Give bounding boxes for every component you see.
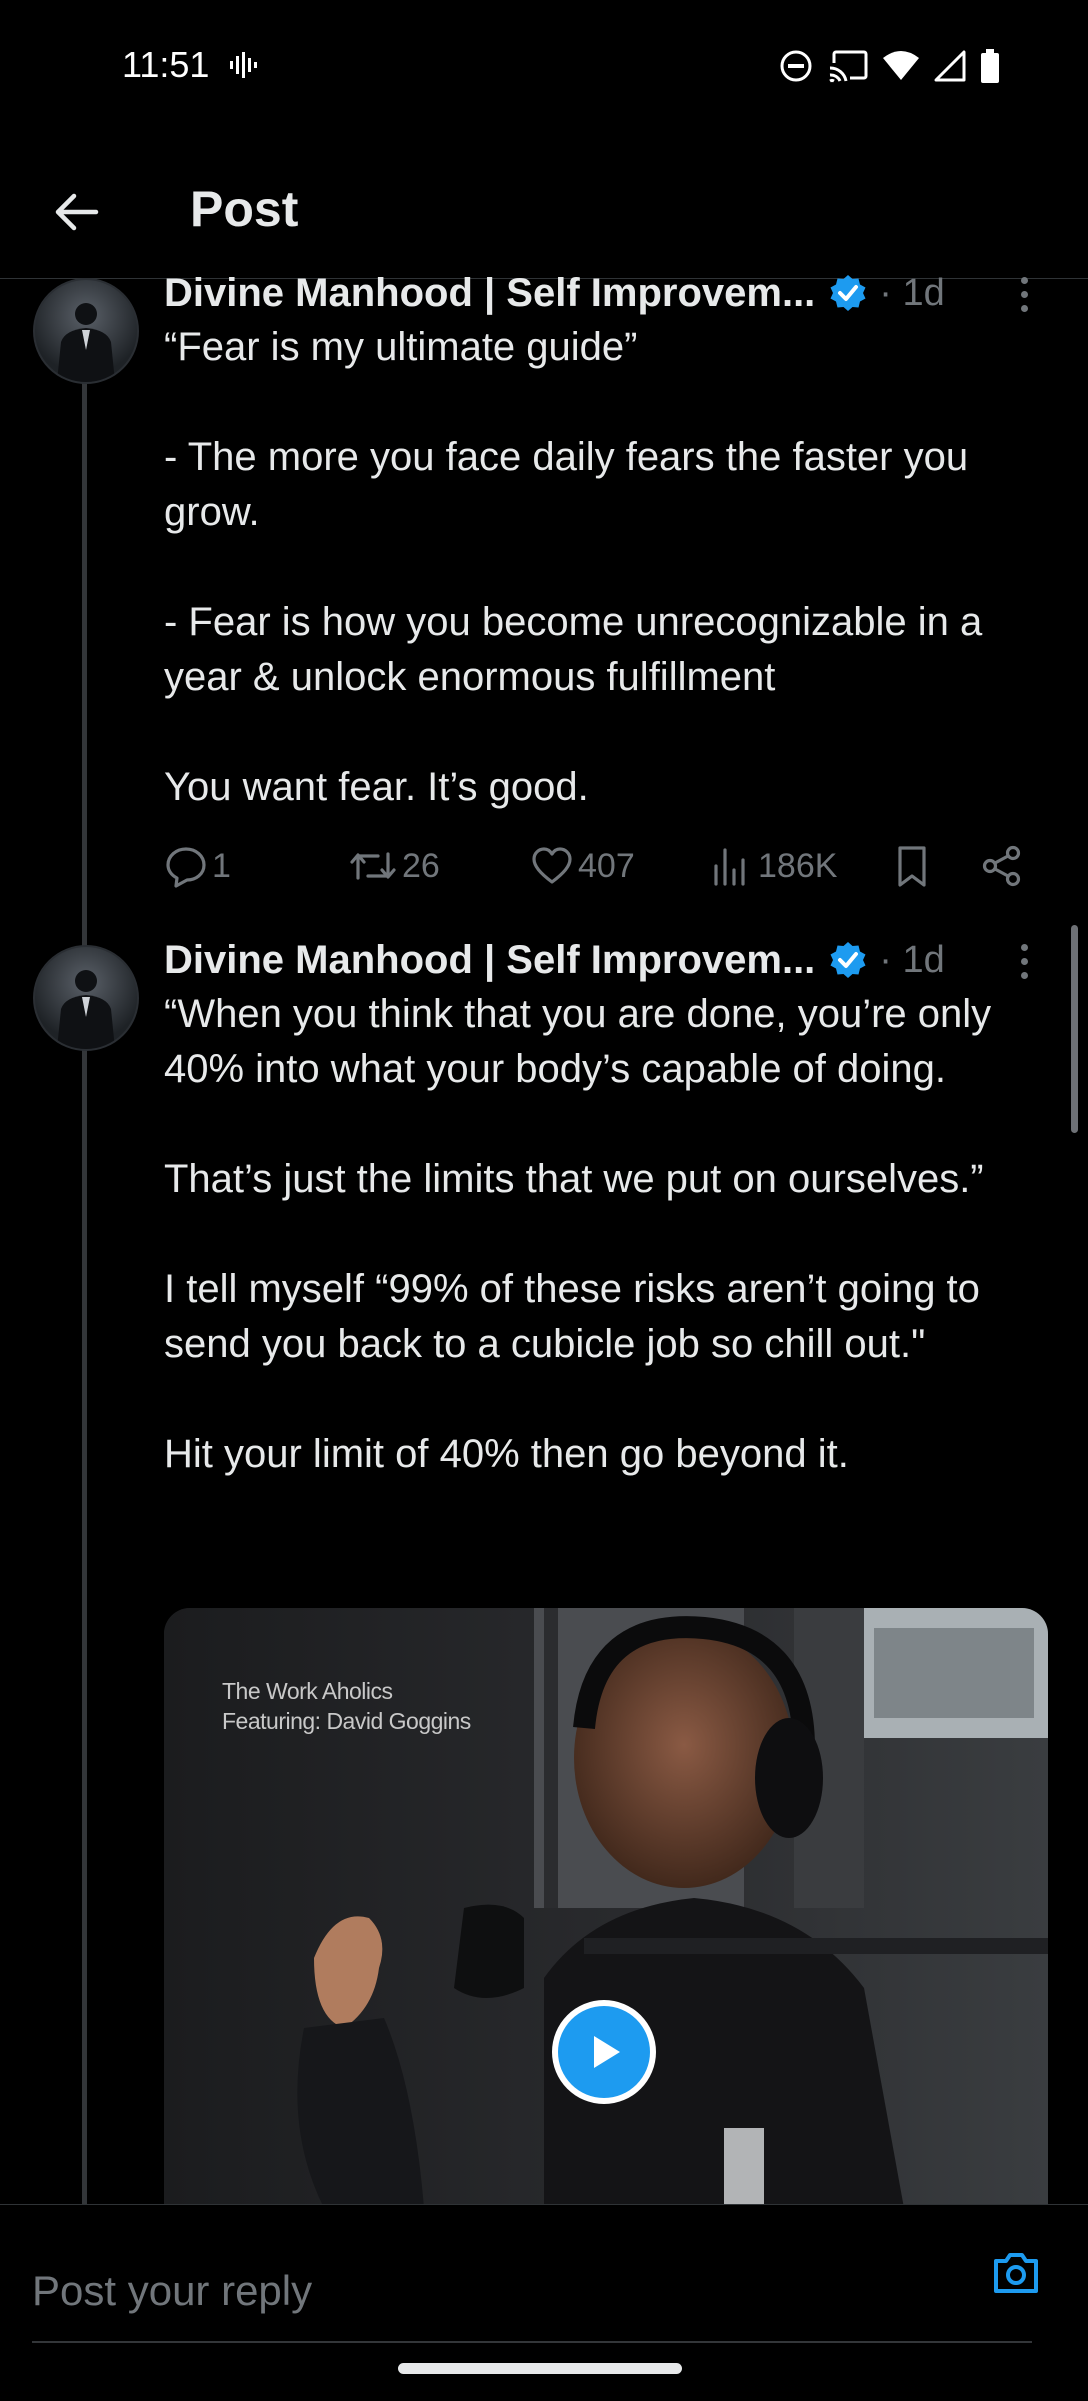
play-button[interactable] — [552, 2000, 656, 2104]
heart-icon — [532, 847, 572, 884]
arrow-left-icon — [55, 193, 99, 231]
reply-icon — [166, 847, 206, 888]
like-button[interactable]: 407 — [530, 836, 635, 896]
post-time: · 1d — [879, 271, 945, 314]
verified-badge-icon — [829, 274, 867, 312]
bookmark-button[interactable] — [890, 836, 938, 896]
top-app-bar: Post — [0, 150, 1088, 279]
repost-count: 26 — [402, 846, 440, 885]
status-bar: 11:51 — [0, 0, 1088, 135]
repost-button[interactable]: 26 — [348, 836, 440, 896]
page-title: Post — [190, 181, 299, 237]
author-name[interactable]: Divine Manhood | Self Improvem... — [164, 938, 815, 983]
audio-wave-icon — [228, 50, 258, 85]
like-count: 407 — [578, 846, 635, 885]
cast-icon — [828, 49, 868, 88]
author-avatar[interactable] — [33, 945, 139, 1051]
post-line: You want fear. It’s good. — [164, 765, 589, 809]
watermark-line: Featuring: David Goggins — [222, 1708, 471, 1734]
back-button[interactable] — [44, 180, 108, 244]
scrollbar-thumb[interactable] — [1071, 925, 1078, 1133]
camera-icon — [994, 2253, 1038, 2293]
post-line: I tell myself “99% of these risks aren’t… — [164, 1267, 980, 1366]
do-not-disturb-icon — [778, 48, 814, 89]
post-line: That’s just the limits that we put on ou… — [164, 1157, 984, 1201]
thread-connector — [82, 340, 87, 2204]
status-time: 11:51 — [122, 44, 210, 85]
video-thumbnail[interactable]: The Work Aholics Featuring: David Goggin… — [164, 1608, 1048, 2208]
post-header: Divine Manhood | Self Improvem... · 1d — [164, 930, 1064, 990]
play-icon — [558, 2006, 650, 2098]
share-icon — [982, 845, 1021, 887]
reply-input[interactable] — [32, 2241, 1032, 2343]
author-name[interactable]: Divine Manhood | Self Improvem... — [164, 271, 815, 316]
more-options-button[interactable] — [1004, 936, 1044, 986]
post-header: Divine Manhood | Self Improvem... · 1d — [164, 263, 1064, 323]
watermark-line: The Work Aholics — [222, 1678, 393, 1704]
battery-icon — [980, 49, 1000, 88]
post-line: - The more you face daily fears the fast… — [164, 435, 969, 534]
share-button[interactable] — [980, 836, 1028, 896]
view-count: 186K — [758, 846, 838, 885]
verified-badge-icon — [829, 941, 867, 979]
post-line: Hit your limit of 40% then go beyond it. — [164, 1432, 849, 1476]
home-indicator[interactable] — [398, 2363, 682, 2374]
wifi-icon — [882, 50, 920, 87]
reply-count: 1 — [212, 846, 231, 885]
reply-button[interactable]: 1 — [164, 836, 231, 896]
camera-button[interactable] — [990, 2247, 1042, 2299]
author-avatar[interactable] — [33, 278, 139, 384]
bookmark-icon — [898, 846, 926, 887]
signal-icon — [934, 50, 966, 87]
post-text: “When you think that you are done, you’r… — [164, 987, 1064, 1482]
post-line: - Fear is how you become unrecognizable … — [164, 600, 983, 699]
video-watermark: The Work Aholics Featuring: David Goggin… — [222, 1676, 471, 1736]
post-time: · 1d — [879, 938, 945, 981]
repost-icon — [350, 852, 396, 880]
post-text: “Fear is my ultimate guide” - The more y… — [164, 320, 1064, 815]
post-line: “When you think that you are done, you’r… — [164, 992, 992, 1091]
more-options-button[interactable] — [1004, 269, 1044, 319]
analytics-icon — [714, 848, 745, 886]
post-line: “Fear is my ultimate guide” — [164, 325, 638, 369]
views-button[interactable]: 186K — [710, 836, 837, 896]
post-actions: 1 26 407 186K — [164, 836, 1034, 896]
